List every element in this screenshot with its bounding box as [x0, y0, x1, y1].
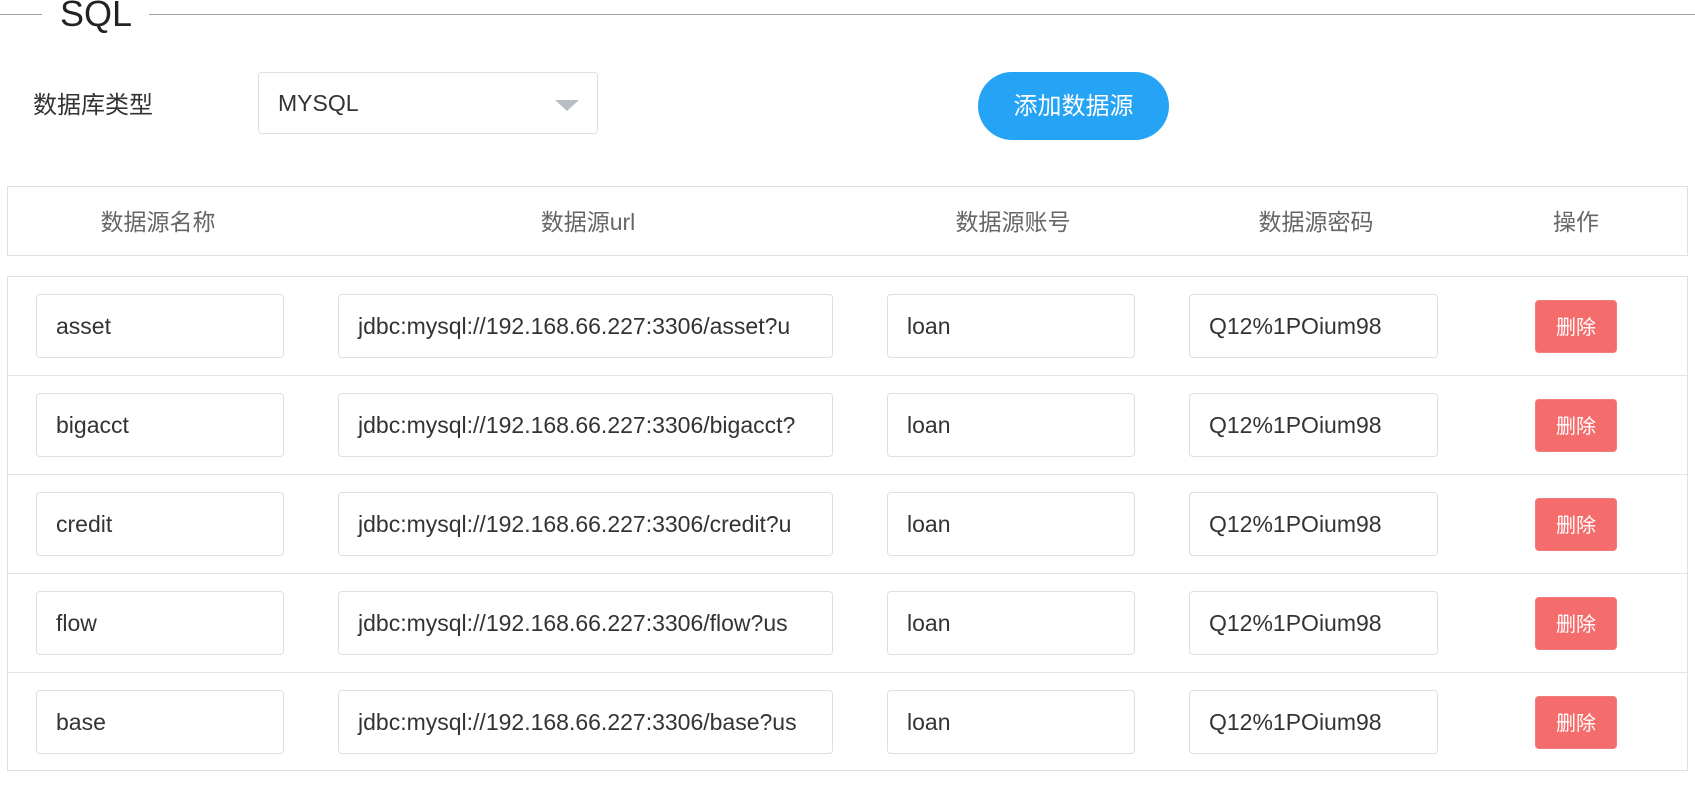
db-type-selected-value: MYSQL [278, 90, 359, 116]
table-body: asset jdbc:mysql://192.168.66.227:3306/a… [7, 276, 1688, 771]
datasource-password-input[interactable]: Q12%1POium98 [1189, 393, 1438, 457]
table-row: asset jdbc:mysql://192.168.66.227:3306/a… [8, 277, 1687, 376]
datasource-password-input[interactable]: Q12%1POium98 [1189, 591, 1438, 655]
table-row: base jdbc:mysql://192.168.66.227:3306/ba… [8, 673, 1687, 772]
datasource-name-input[interactable]: bigacct [36, 393, 284, 457]
header-datasource-name: 数据源名称 [100, 209, 216, 235]
delete-button[interactable]: 删除 [1535, 300, 1617, 353]
table-row: bigacct jdbc:mysql://192.168.66.227:3306… [8, 376, 1687, 475]
datasource-account-input[interactable]: loan [887, 393, 1135, 457]
add-datasource-button[interactable]: 添加数据源 [978, 72, 1169, 140]
datasource-account-input[interactable]: loan [887, 690, 1135, 754]
datasource-password-input[interactable]: Q12%1POium98 [1189, 294, 1438, 358]
db-type-label: 数据库类型 [33, 92, 153, 119]
header-datasource-password: 数据源密码 [1258, 209, 1374, 235]
datasource-account-input[interactable]: loan [887, 591, 1135, 655]
delete-button[interactable]: 删除 [1535, 696, 1617, 749]
datasource-url-input[interactable]: jdbc:mysql://192.168.66.227:3306/base?us [338, 690, 833, 754]
datasource-url-input[interactable]: jdbc:mysql://192.168.66.227:3306/flow?us [338, 591, 833, 655]
header-datasource-account: 数据源账号 [955, 209, 1071, 235]
header-datasource-url: 数据源url [540, 209, 636, 235]
datasource-url-input[interactable]: jdbc:mysql://192.168.66.227:3306/bigacct… [338, 393, 833, 457]
table-header: 数据源名称 数据源url 数据源账号 数据源密码 操作 [7, 186, 1688, 256]
db-type-select[interactable]: MYSQL [258, 72, 598, 134]
datasource-name-input[interactable]: flow [36, 591, 284, 655]
header-actions: 操作 [1553, 209, 1599, 235]
datasource-name-input[interactable]: credit [36, 492, 284, 556]
datasource-url-input[interactable]: jdbc:mysql://192.168.66.227:3306/asset?u [338, 294, 833, 358]
table-row: credit jdbc:mysql://192.168.66.227:3306/… [8, 475, 1687, 574]
fieldset-border-right [149, 14, 1695, 15]
datasource-password-input[interactable]: Q12%1POium98 [1189, 492, 1438, 556]
delete-button[interactable]: 删除 [1535, 597, 1617, 650]
datasource-password-input[interactable]: Q12%1POium98 [1189, 690, 1438, 754]
fieldset-legend: SQL [60, 0, 133, 34]
datasource-account-input[interactable]: loan [887, 492, 1135, 556]
chevron-down-icon [555, 100, 579, 111]
fieldset-border-left [0, 14, 42, 15]
datasource-url-input[interactable]: jdbc:mysql://192.168.66.227:3306/credit?… [338, 492, 833, 556]
delete-button[interactable]: 删除 [1535, 498, 1617, 551]
datasource-name-input[interactable]: asset [36, 294, 284, 358]
datasource-account-input[interactable]: loan [887, 294, 1135, 358]
datasource-name-input[interactable]: base [36, 690, 284, 754]
delete-button[interactable]: 删除 [1535, 399, 1617, 452]
table-row: flow jdbc:mysql://192.168.66.227:3306/fl… [8, 574, 1687, 673]
